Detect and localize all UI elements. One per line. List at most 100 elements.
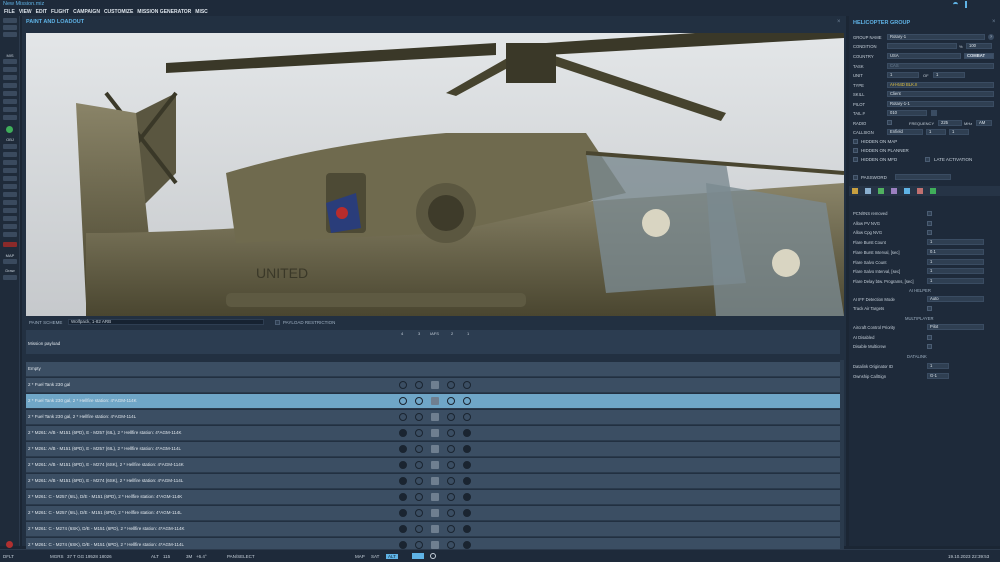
close-group-icon[interactable]: × (992, 19, 996, 25)
tab-actions-icon[interactable] (878, 188, 884, 194)
obj-btn-2[interactable] (3, 152, 17, 157)
station-slot-icon[interactable] (463, 413, 471, 421)
station-slot-icon[interactable] (447, 429, 455, 437)
hidden-planner-checkbox[interactable] (853, 148, 858, 153)
tool-btn-6[interactable] (3, 99, 17, 104)
station-slot-icon[interactable] (399, 477, 407, 485)
station-slot-icon[interactable] (447, 381, 455, 389)
tab-options-icon[interactable] (917, 188, 923, 194)
station-slot-icon[interactable] (447, 477, 455, 485)
station-slot-icon[interactable] (431, 477, 439, 485)
station-slot-icon[interactable] (415, 397, 423, 405)
obj-btn-9[interactable] (3, 208, 17, 213)
station-slot-icon[interactable] (399, 397, 407, 405)
property-select[interactable]: 1 (927, 268, 984, 275)
payload-row[interactable]: 2 * Fuel Tank 230 gal, 2 * Hellfire stat… (26, 410, 840, 425)
tail-edit-icon[interactable] (931, 110, 937, 116)
tool-btn-2[interactable] (3, 67, 17, 72)
unit-value[interactable]: 1 (887, 72, 919, 78)
ownship-callsign-input[interactable]: G-1 (927, 373, 949, 379)
map-btn-2[interactable] (3, 275, 17, 280)
view-map-button[interactable]: MAP (355, 554, 365, 559)
payload-row[interactable]: 2 * M261: A/B - M151 (6PD), E - M274 (6S… (26, 474, 840, 489)
tool-btn-5[interactable] (3, 91, 17, 96)
station-slot-icon[interactable] (463, 381, 471, 389)
coord-system[interactable]: MGRS (50, 554, 64, 559)
station-slot-icon[interactable] (399, 461, 407, 469)
radio-checkbox[interactable] (887, 120, 892, 125)
acp-select[interactable]: Pilot (927, 324, 984, 330)
payload-scrollbar[interactable] (840, 360, 844, 550)
station-slot-icon[interactable] (399, 493, 407, 501)
property-select[interactable]: 1 (927, 277, 984, 284)
datalink-id-input[interactable]: 1 (927, 363, 949, 369)
tool-btn-7[interactable] (3, 107, 17, 112)
obj-btn-5[interactable] (3, 176, 17, 181)
station-slot-icon[interactable] (431, 381, 439, 389)
modulation-select[interactable]: AM (976, 120, 992, 126)
station-slot-icon[interactable] (399, 365, 407, 373)
task-select[interactable]: CAS (887, 63, 994, 69)
tail-input[interactable]: 010 (887, 110, 927, 116)
station-slot-icon[interactable] (399, 413, 407, 421)
station-slot-icon[interactable] (399, 509, 407, 517)
station-slot-icon[interactable] (463, 493, 471, 501)
group-name-input[interactable]: Rotary-1 (887, 34, 985, 40)
station-slot-icon[interactable] (415, 525, 423, 533)
tab-route-icon[interactable] (852, 188, 858, 194)
station-slot-icon[interactable] (399, 381, 407, 389)
lock-icon[interactable] (3, 18, 17, 23)
help-icon[interactable]: ? (988, 34, 994, 40)
station-slot-icon[interactable] (431, 493, 439, 501)
menu-mission-generator[interactable]: MISSION GENERATOR (137, 9, 191, 16)
station-slot-icon[interactable] (431, 397, 439, 405)
view-sat-button[interactable]: SAT (371, 554, 379, 559)
skill-select[interactable]: Client (887, 91, 994, 97)
station-slot-icon[interactable] (463, 365, 471, 373)
ai-disabled-checkbox[interactable] (927, 335, 932, 340)
menu-misc[interactable]: MISC (195, 9, 208, 16)
obj-btn-11[interactable] (3, 224, 17, 229)
station-slot-icon[interactable] (447, 445, 455, 453)
payload-row[interactable]: 2 * M261: A/B - M151 (6PD), E - M257 (6I… (26, 426, 840, 441)
payload-row[interactable]: 2 * M261: C - M274 (6SK), D/E - M151 (6P… (26, 522, 840, 537)
obj-btn-1[interactable] (3, 144, 17, 149)
station-slot-icon[interactable] (415, 365, 423, 373)
station-slot-icon[interactable] (415, 477, 423, 485)
unit-total[interactable]: 1 (933, 72, 965, 78)
station-slot-icon[interactable] (431, 541, 439, 549)
tool-btn-8[interactable] (3, 115, 17, 120)
station-slot-icon[interactable] (431, 365, 439, 373)
station-slot-icon[interactable] (431, 525, 439, 533)
tool-btn-1[interactable] (3, 59, 17, 64)
payload-row[interactable]: 2 * M261: A/B - M151 (6PD), E - M274 (6S… (26, 458, 840, 473)
hidden-mfd-checkbox[interactable] (853, 157, 858, 162)
station-slot-icon[interactable] (463, 429, 471, 437)
payload-row[interactable]: Empty (26, 362, 840, 377)
callsign-num1[interactable]: 1 (926, 129, 946, 135)
tool-btn-4[interactable] (3, 83, 17, 88)
tab-extra-icon[interactable] (930, 188, 936, 194)
station-slot-icon[interactable] (431, 429, 439, 437)
obj-btn-12[interactable] (3, 232, 17, 237)
station-slot-icon[interactable] (447, 397, 455, 405)
station-slot-icon[interactable] (431, 445, 439, 453)
station-slot-icon[interactable] (399, 429, 407, 437)
station-slot-icon[interactable] (399, 525, 407, 533)
payload-row[interactable]: 2 * M261: A/B - M151 (6PD), E - M257 (6I… (26, 442, 840, 457)
station-slot-icon[interactable] (463, 477, 471, 485)
condition-slider[interactable] (887, 43, 957, 49)
property-checkbox[interactable] (927, 230, 932, 236)
station-slot-icon[interactable] (463, 509, 471, 517)
station-slot-icon[interactable] (399, 541, 407, 549)
payload-row[interactable]: 2 * Fuel Tank 230 gal (26, 378, 840, 393)
station-slot-icon[interactable] (463, 461, 471, 469)
station-slot-icon[interactable] (447, 493, 455, 501)
station-slot-icon[interactable] (415, 509, 423, 517)
pilot-input[interactable]: Rotary-1-1 (887, 101, 994, 107)
obj-btn-red[interactable] (3, 242, 17, 247)
tab-properties-icon[interactable] (904, 188, 910, 194)
track-air-checkbox[interactable] (927, 306, 932, 311)
tab-triggers-icon[interactable] (865, 188, 871, 194)
obj-btn-4[interactable] (3, 168, 17, 173)
